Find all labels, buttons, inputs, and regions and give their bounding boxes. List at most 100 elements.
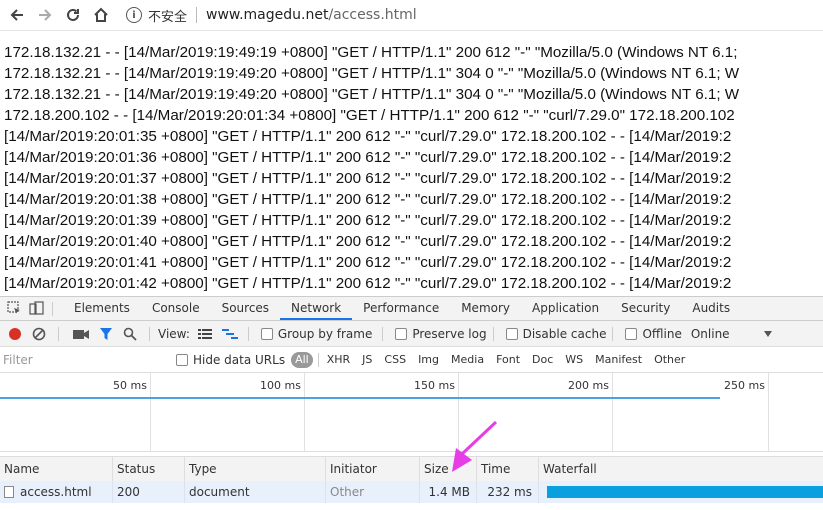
log-line: 172.18.200.102 - - [14/Mar/2019:20:01:34… xyxy=(4,107,735,124)
timeline-tick: 200 ms xyxy=(568,379,609,392)
tab-network[interactable]: Network xyxy=(280,297,353,320)
tab-sources[interactable]: Sources xyxy=(211,297,280,320)
group-by-frame-checkbox[interactable] xyxy=(260,327,273,340)
type-filter-media[interactable]: Media xyxy=(448,352,487,368)
tab-console[interactable]: Console xyxy=(141,297,211,320)
tab-performance[interactable]: Performance xyxy=(352,297,450,320)
tab-memory[interactable]: Memory xyxy=(450,297,521,320)
type-filter-doc[interactable]: Doc xyxy=(529,352,556,368)
log-line: [14/Mar/2019:20:01:40 +0800] "GET / HTTP… xyxy=(4,233,732,250)
camera-icon[interactable] xyxy=(73,326,89,342)
timeline-tick: 50 ms xyxy=(113,379,147,392)
row-size: 1.4 MB xyxy=(420,481,477,503)
info-icon[interactable]: i xyxy=(126,7,142,23)
reload-icon[interactable] xyxy=(62,4,84,26)
list-view-icon[interactable] xyxy=(197,326,212,342)
dropdown-arrow-icon[interactable] xyxy=(763,326,772,342)
tab-security[interactable]: Security xyxy=(610,297,681,320)
document-icon xyxy=(4,486,14,498)
type-filter-other[interactable]: Other xyxy=(651,352,688,368)
security-status: 不安全 xyxy=(148,9,188,25)
log-line: [14/Mar/2019:20:01:37 +0800] "GET / HTTP… xyxy=(4,170,732,187)
type-filter-css[interactable]: CSS xyxy=(381,352,409,368)
column-waterfall[interactable]: Waterfall xyxy=(539,457,823,481)
inspect-element-icon[interactable] xyxy=(6,301,22,317)
back-arrow-icon[interactable] xyxy=(6,4,28,26)
offline-label: Offline xyxy=(642,326,682,341)
type-filter-all[interactable]: All xyxy=(291,351,313,368)
hide-data-urls-checkbox[interactable] xyxy=(176,353,188,366)
overview-request-bar xyxy=(0,397,720,399)
type-filter-font[interactable]: Font xyxy=(493,352,523,368)
address-divider xyxy=(196,7,198,23)
annotation-arrow-icon xyxy=(452,420,498,472)
timeline-tick: 150 ms xyxy=(414,379,455,392)
row-waterfall xyxy=(539,481,823,503)
log-line: 172.18.132.21 - - [14/Mar/2019:19:49:19 … xyxy=(4,44,738,61)
row-name: access.html xyxy=(20,485,92,499)
row-name-cell[interactable]: access.html xyxy=(0,481,113,503)
record-icon[interactable] xyxy=(8,326,22,342)
log-line: [14/Mar/2019:20:01:35 +0800] "GET / HTTP… xyxy=(4,128,732,145)
column-name[interactable]: Name xyxy=(0,457,113,481)
hide-data-urls-label: Hide data URLs xyxy=(193,352,286,367)
log-line: [14/Mar/2019:20:01:42 +0800] "GET / HTTP… xyxy=(4,275,732,292)
column-initiator[interactable]: Initiator xyxy=(326,457,420,481)
log-line: 172.18.132.21 - - [14/Mar/2019:19:49:20 … xyxy=(4,65,740,82)
view-label: View: xyxy=(158,326,190,341)
log-line: [14/Mar/2019:20:01:41 +0800] "GET / HTTP… xyxy=(4,254,732,271)
row-status: 200 xyxy=(113,481,185,503)
tab-application[interactable]: Application xyxy=(521,297,610,320)
disable-cache-checkbox[interactable] xyxy=(505,327,518,340)
table-row[interactable]: access.html 200 document Other 1.4 MB 23… xyxy=(0,481,823,503)
overview-gridline xyxy=(150,373,151,451)
network-toolbar: View: Group by frame Preserve log Disabl… xyxy=(0,321,823,347)
type-filter-manifest[interactable]: Manifest xyxy=(592,352,645,368)
preserve-log-checkbox[interactable] xyxy=(395,327,408,340)
tab-audits[interactable]: Audits xyxy=(681,297,741,320)
devtools-panel: Elements Console Sources Network Perform… xyxy=(0,296,823,510)
url-path: /access.html xyxy=(328,7,417,23)
request-table-header: Name Status Type Initiator Size Time Wat… xyxy=(0,456,823,482)
offline-checkbox[interactable] xyxy=(625,327,638,340)
preserve-log-label: Preserve log xyxy=(412,326,487,341)
type-filter-img[interactable]: Img xyxy=(415,352,442,368)
network-overview[interactable]: 50 ms 100 ms 150 ms 200 ms 250 ms xyxy=(0,373,823,452)
overview-gridline xyxy=(304,373,305,451)
waterfall-view-icon[interactable] xyxy=(221,326,238,342)
clear-icon[interactable] xyxy=(32,326,46,342)
column-type[interactable]: Type xyxy=(185,457,326,481)
type-filter-ws[interactable]: WS xyxy=(562,352,586,368)
column-status[interactable]: Status xyxy=(113,457,185,481)
network-filterbar: Hide data URLs All XHR JS CSS Img Media … xyxy=(0,347,823,373)
timeline-tick: 100 ms xyxy=(260,379,301,392)
overview-gridline xyxy=(768,373,769,451)
page-content: 172.18.132.21 - - [14/Mar/2019:19:49:19 … xyxy=(0,30,823,296)
filter-funnel-icon[interactable] xyxy=(99,326,113,342)
search-icon[interactable] xyxy=(123,326,137,342)
log-line: 172.18.132.21 - - [14/Mar/2019:19:49:20 … xyxy=(4,86,740,103)
devtools-tabbar: Elements Console Sources Network Perform… xyxy=(0,297,823,321)
row-time: 232 ms xyxy=(477,481,539,503)
timeline-tick: 250 ms xyxy=(724,379,765,392)
waterfall-bar xyxy=(547,486,823,498)
log-line: [14/Mar/2019:20:01:39 +0800] "GET / HTTP… xyxy=(4,212,732,229)
tab-elements[interactable]: Elements xyxy=(63,297,141,320)
row-initiator: Other xyxy=(326,481,420,503)
log-line: [14/Mar/2019:20:01:36 +0800] "GET / HTTP… xyxy=(4,149,732,166)
type-filter-xhr[interactable]: XHR xyxy=(324,352,353,368)
group-by-frame-label: Group by frame xyxy=(277,326,373,341)
row-type: document xyxy=(185,481,326,503)
home-icon[interactable] xyxy=(90,4,112,26)
overview-gridline xyxy=(612,373,613,451)
disable-cache-label: Disable cache xyxy=(522,326,607,341)
throttling-select[interactable]: Online xyxy=(691,327,730,341)
url-host: www.magedu.net xyxy=(206,7,329,23)
device-toolbar-icon[interactable] xyxy=(28,301,44,317)
filter-input[interactable] xyxy=(3,350,165,369)
log-line: [14/Mar/2019:20:01:38 +0800] "GET / HTTP… xyxy=(4,191,732,208)
browser-toolbar: i 不安全 www.magedu.net/access.html xyxy=(0,0,823,31)
type-filter-js[interactable]: JS xyxy=(359,352,375,368)
address-bar[interactable]: i 不安全 www.magedu.net/access.html xyxy=(126,4,417,26)
forward-arrow-icon[interactable] xyxy=(34,4,56,26)
